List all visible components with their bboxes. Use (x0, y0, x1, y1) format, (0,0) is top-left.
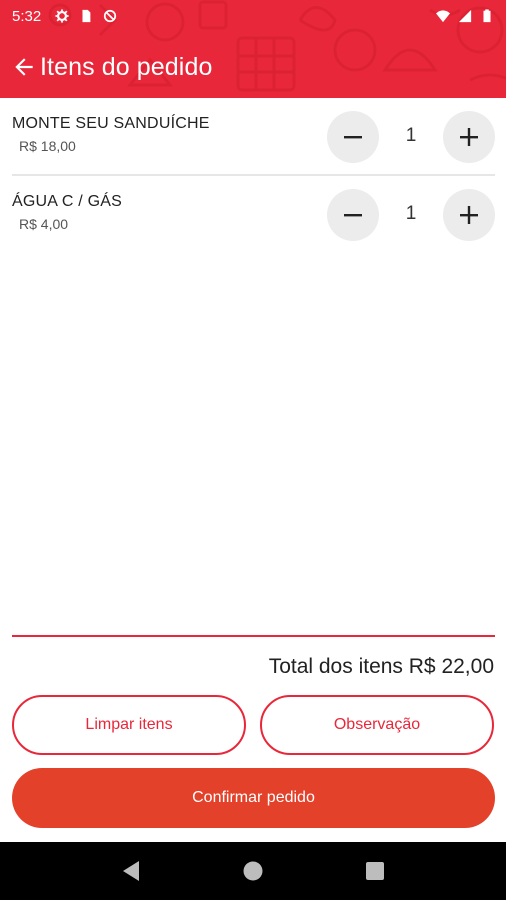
plus-icon (460, 206, 478, 224)
app-header: 5:32 Itens do pedido (0, 0, 506, 98)
back-triangle-icon (123, 861, 139, 881)
plus-icon (460, 128, 478, 146)
order-items-list: MONTE SEU SANDUÍCHE R$ 18,00 1 ÁGUA C / … (12, 98, 495, 254)
nav-home-button[interactable] (239, 857, 267, 885)
clear-items-label: Limpar itens (85, 716, 173, 733)
note-button[interactable]: Observação (260, 695, 494, 755)
order-total: Total dos itens R$ 22,00 (268, 655, 494, 678)
recents-square-icon (366, 862, 384, 880)
list-item: MONTE SEU SANDUÍCHE R$ 18,00 1 (12, 98, 495, 176)
status-bar: 5:32 (0, 0, 506, 32)
list-item: ÁGUA C / GÁS R$ 4,00 1 (12, 176, 495, 254)
confirm-order-button[interactable]: Confirmar pedido (12, 768, 495, 828)
decrease-button[interactable] (327, 111, 379, 163)
item-name: ÁGUA C / GÁS (12, 193, 122, 210)
blocked-icon (104, 9, 117, 23)
back-button[interactable] (8, 51, 40, 83)
status-time: 5:32 (12, 7, 42, 25)
clear-items-button[interactable]: Limpar itens (12, 695, 246, 755)
quantity-stepper: 1 (327, 189, 495, 241)
quantity-stepper: 1 (327, 111, 495, 163)
minus-icon (344, 136, 362, 139)
increase-button[interactable] (443, 189, 495, 241)
minus-icon (344, 214, 362, 217)
quantity-value: 1 (405, 125, 417, 146)
item-price: R$ 4,00 (19, 216, 69, 232)
note-label: Observação (333, 716, 421, 733)
page-title: Itens do pedido (40, 52, 213, 81)
item-name: MONTE SEU SANDUÍCHE (12, 115, 210, 132)
battery-icon (483, 9, 491, 23)
decrease-button[interactable] (327, 189, 379, 241)
footer-divider (12, 635, 495, 637)
gear-icon (55, 9, 69, 23)
arrow-left-icon (15, 58, 33, 76)
item-price: R$ 18,00 (19, 138, 76, 154)
quantity-value: 1 (405, 203, 417, 224)
nav-back-button[interactable] (117, 857, 145, 885)
nav-recents-button[interactable] (361, 857, 389, 885)
home-circle-icon (243, 861, 263, 881)
toolbar: Itens do pedido (0, 44, 506, 90)
wifi-icon (436, 10, 450, 23)
increase-button[interactable] (443, 111, 495, 163)
sim-card-icon (82, 9, 91, 23)
signal-icon (458, 9, 472, 23)
confirm-order-label: Confirmar pedido (192, 789, 315, 806)
system-nav-bar (0, 842, 506, 900)
